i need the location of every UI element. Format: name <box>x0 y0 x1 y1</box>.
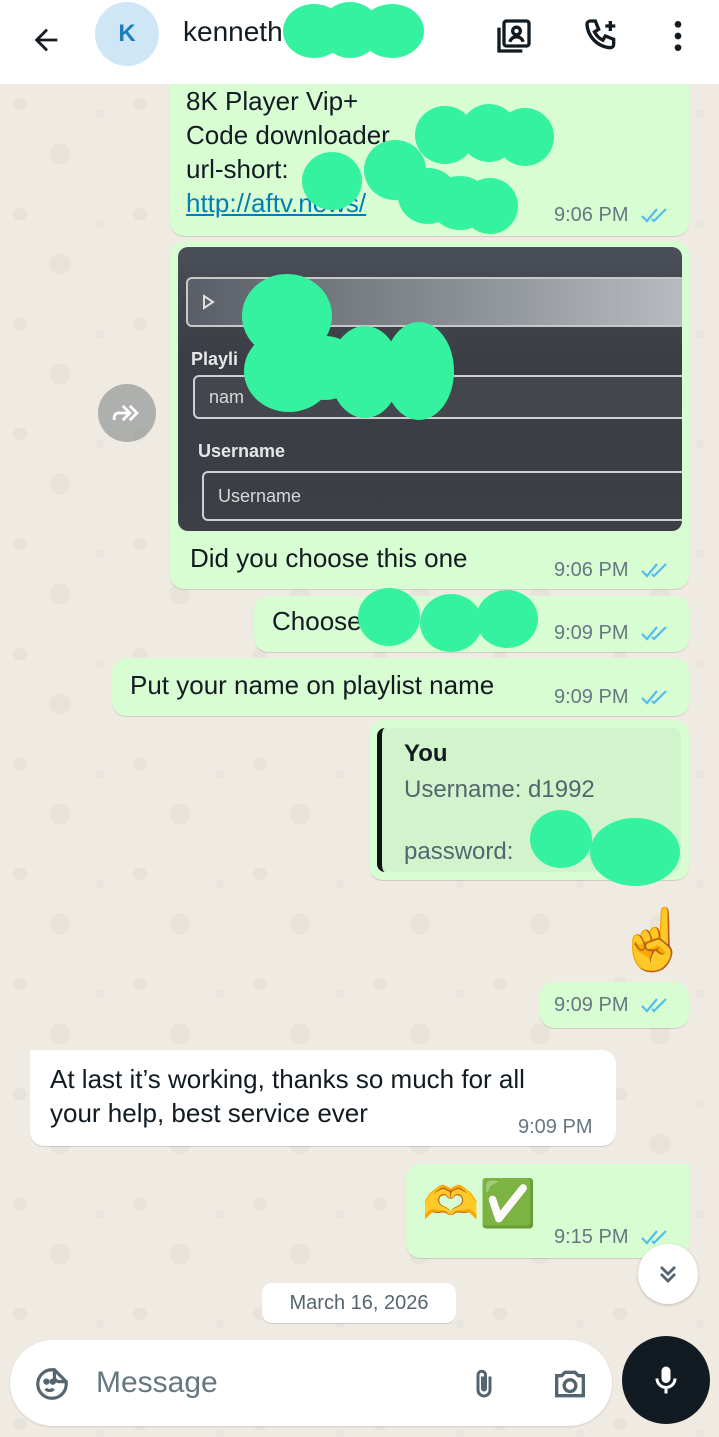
read-ticks-icon <box>641 563 667 578</box>
back-button[interactable] <box>22 16 70 64</box>
message-bubble-outgoing[interactable]: 🫶✅ 9:15 PM <box>406 1164 689 1258</box>
redaction-mark <box>384 322 454 420</box>
quote-text: password: <box>404 838 514 865</box>
redaction-mark <box>358 588 420 646</box>
message-time: 9:09 PM <box>554 622 629 644</box>
contact-card-button[interactable] <box>492 14 536 58</box>
scroll-to-bottom-button[interactable] <box>638 1244 698 1304</box>
chat-header: K kenneth <box>0 0 719 84</box>
message-composer <box>10 1340 612 1426</box>
redaction-mark <box>420 594 482 652</box>
message-bubble-outgoing[interactable]: Put your name on playlist name 9:09 PM <box>112 658 689 716</box>
message-text: Put your name on playlist name <box>130 670 495 700</box>
forward-button[interactable] <box>98 384 156 442</box>
avatar-letter: K <box>118 20 136 47</box>
message-text: url-short: <box>186 154 289 184</box>
redaction-mark <box>530 810 592 868</box>
quote-author: You <box>404 740 448 767</box>
screenshot-username-field: Username <box>202 471 682 521</box>
message-bubble-incoming[interactable]: At last it’s working, thanks so much for… <box>30 1050 616 1146</box>
read-ticks-icon <box>641 208 667 223</box>
message-time: 9:09 PM <box>554 686 629 708</box>
redaction-mark <box>360 4 424 58</box>
sticker-icon <box>36 1368 68 1400</box>
contact-name[interactable]: kenneth <box>183 16 283 48</box>
screenshot-username-label: Username <box>198 441 286 461</box>
message-time: 9:09 PM <box>554 994 629 1016</box>
message-text: 8K Player Vip+ <box>186 86 359 116</box>
message-text: Did you choose this one <box>190 543 468 573</box>
message-text: your help, best service ever <box>50 1098 368 1128</box>
phone-plus-icon <box>585 19 616 50</box>
message-input[interactable] <box>96 1360 426 1406</box>
message-text: Code downloader <box>186 120 390 150</box>
screenshot-playlist-label: Playli <box>191 349 239 369</box>
paperclip-icon <box>476 1369 492 1398</box>
message-text: At last it’s working, thanks so much for… <box>50 1064 525 1094</box>
message-time: 9:06 PM <box>554 204 629 226</box>
message-time: 9:15 PM <box>554 1226 629 1248</box>
read-ticks-icon <box>641 626 667 641</box>
attach-button[interactable] <box>462 1362 506 1406</box>
read-ticks-icon <box>641 690 667 705</box>
message-text: Choose <box>272 606 362 636</box>
read-ticks-icon <box>641 998 667 1013</box>
more-vert-icon <box>674 21 682 51</box>
redaction-mark <box>496 108 554 166</box>
add-call-button[interactable] <box>580 14 624 58</box>
message-time: 9:09 PM <box>518 1116 593 1138</box>
play-icon <box>203 294 215 310</box>
emoji-message: 🫶✅ <box>422 1177 537 1229</box>
pointing-up-emoji: ☝️ <box>616 906 691 973</box>
quote-text: Username: d1992 <box>404 776 595 803</box>
date-divider: March 16, 2026 <box>262 1283 456 1323</box>
message-bubble-outgoing[interactable]: 9:09 PM <box>540 982 689 1028</box>
redaction-mark <box>462 178 518 234</box>
avatar[interactable]: K <box>95 2 159 66</box>
camera-icon <box>555 1370 585 1398</box>
double-chevron-down-icon <box>660 1266 676 1283</box>
more-options-button[interactable] <box>656 14 700 58</box>
contact-card-icon <box>497 19 531 53</box>
forward-icon <box>112 404 139 422</box>
microphone-icon <box>655 1366 677 1394</box>
message-time: 9:06 PM <box>554 559 629 581</box>
redaction-mark <box>476 590 538 648</box>
redaction-mark <box>302 152 362 210</box>
emoji-sticker-button[interactable] <box>30 1362 74 1406</box>
camera-button[interactable] <box>546 1362 594 1406</box>
arrow-left-icon <box>34 28 58 52</box>
redaction-mark <box>590 818 680 886</box>
voice-record-button[interactable] <box>622 1336 710 1424</box>
